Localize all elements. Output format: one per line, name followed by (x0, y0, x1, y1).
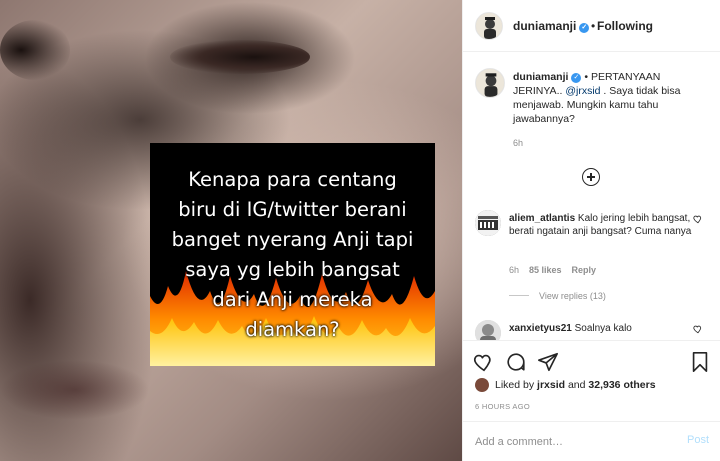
avatar[interactable] (475, 210, 501, 236)
comment-likes[interactable]: 85 likes (529, 265, 562, 275)
likes-count-link[interactable]: 32,936 others (588, 379, 655, 391)
heart-icon[interactable] (693, 214, 703, 224)
quote-line: saya yg lebih bangsat (185, 258, 400, 281)
verified-badge-icon: ✓ (571, 73, 582, 83)
likes-middle: and (565, 379, 589, 391)
avatar[interactable] (475, 378, 489, 392)
view-replies-button[interactable]: View replies (13) (509, 291, 606, 301)
caption-username[interactable]: duniamanji (513, 71, 568, 83)
avatar-illustration-icon (475, 210, 501, 236)
post-timestamp[interactable]: 6 HOURS AGO (475, 402, 530, 411)
post-comment-button[interactable]: Post (687, 434, 709, 446)
avatar[interactable] (475, 68, 505, 98)
comment-body: Soalnya kalo (571, 323, 632, 334)
header-username[interactable]: duniamanji ✓ (513, 19, 590, 33)
comment-time: 6h (509, 265, 520, 275)
reply-button[interactable]: Reply (572, 265, 597, 275)
following-button[interactable]: Following (597, 19, 653, 33)
post-header: duniamanji ✓ • Following (463, 0, 720, 52)
paper-plane-icon[interactable] (537, 351, 559, 373)
likes-user-link[interactable]: jrxsid (537, 379, 565, 391)
comment-input[interactable] (475, 433, 675, 451)
post-image[interactable]: Kenapa para centang biru di IG/twitter b… (0, 0, 462, 461)
post-side-panel: duniamanji ✓ • Following duniamanji ✓ • PE… (462, 0, 720, 461)
quote-line: biru di IG/twitter berani (178, 198, 407, 221)
quote-card: Kenapa para centang biru di IG/twitter b… (150, 143, 435, 366)
face-lip-shadow (0, 360, 150, 420)
quote-line: Kenapa para centang (188, 168, 397, 191)
likes-prefix: Liked by (495, 379, 538, 391)
add-comment-bar: Post (463, 421, 720, 461)
avatar-illustration-icon (476, 69, 504, 97)
face-eye-shadow-right (0, 20, 70, 80)
comment-username[interactable]: aliem_atlantis (509, 213, 575, 224)
header-separator: • (591, 19, 596, 33)
divider (509, 295, 529, 296)
verified-badge-icon: ✓ (579, 23, 590, 33)
comment-username[interactable]: xanxietyus21 (509, 323, 572, 334)
username-text[interactable]: duniamanji (513, 19, 576, 33)
heart-icon[interactable] (693, 324, 703, 334)
likes-text: Liked by jrxsid and 32,936 others (495, 379, 656, 391)
caption-text: duniamanji ✓ • PERTANYAAN JERINYA.. @jrxs… (513, 70, 703, 126)
avatar[interactable] (475, 12, 503, 40)
caption-mention-link[interactable]: @jrxsid (565, 85, 600, 97)
quote-text: Kenapa para centang biru di IG/twitter b… (156, 165, 429, 345)
quote-line: banget nyerang Anji tapi (171, 228, 414, 251)
comment-text: xanxietyus21 Soalnya kalo (509, 322, 695, 335)
quote-line: dari Anji mereka (212, 288, 373, 311)
comment-meta: 6h 85 likes Reply (509, 265, 606, 275)
comment-icon[interactable] (505, 351, 527, 373)
post-actions: Liked by jrxsid and 32,936 others 6 HOUR… (463, 340, 720, 420)
view-replies-label[interactable]: View replies (13) (539, 291, 606, 301)
comment-text: aliem_atlantis Kalo jering lebih bangsat… (509, 212, 695, 238)
avatar-illustration-icon (476, 13, 502, 39)
load-more-comments-button[interactable] (582, 168, 600, 186)
heart-icon[interactable] (473, 351, 495, 373)
plus-circle-icon-stroke (590, 173, 592, 181)
face-eye-shadow (170, 40, 310, 74)
caption-time: 6h (513, 138, 524, 148)
quote-line: diamkan? (245, 318, 340, 341)
bookmark-icon[interactable] (689, 351, 711, 373)
